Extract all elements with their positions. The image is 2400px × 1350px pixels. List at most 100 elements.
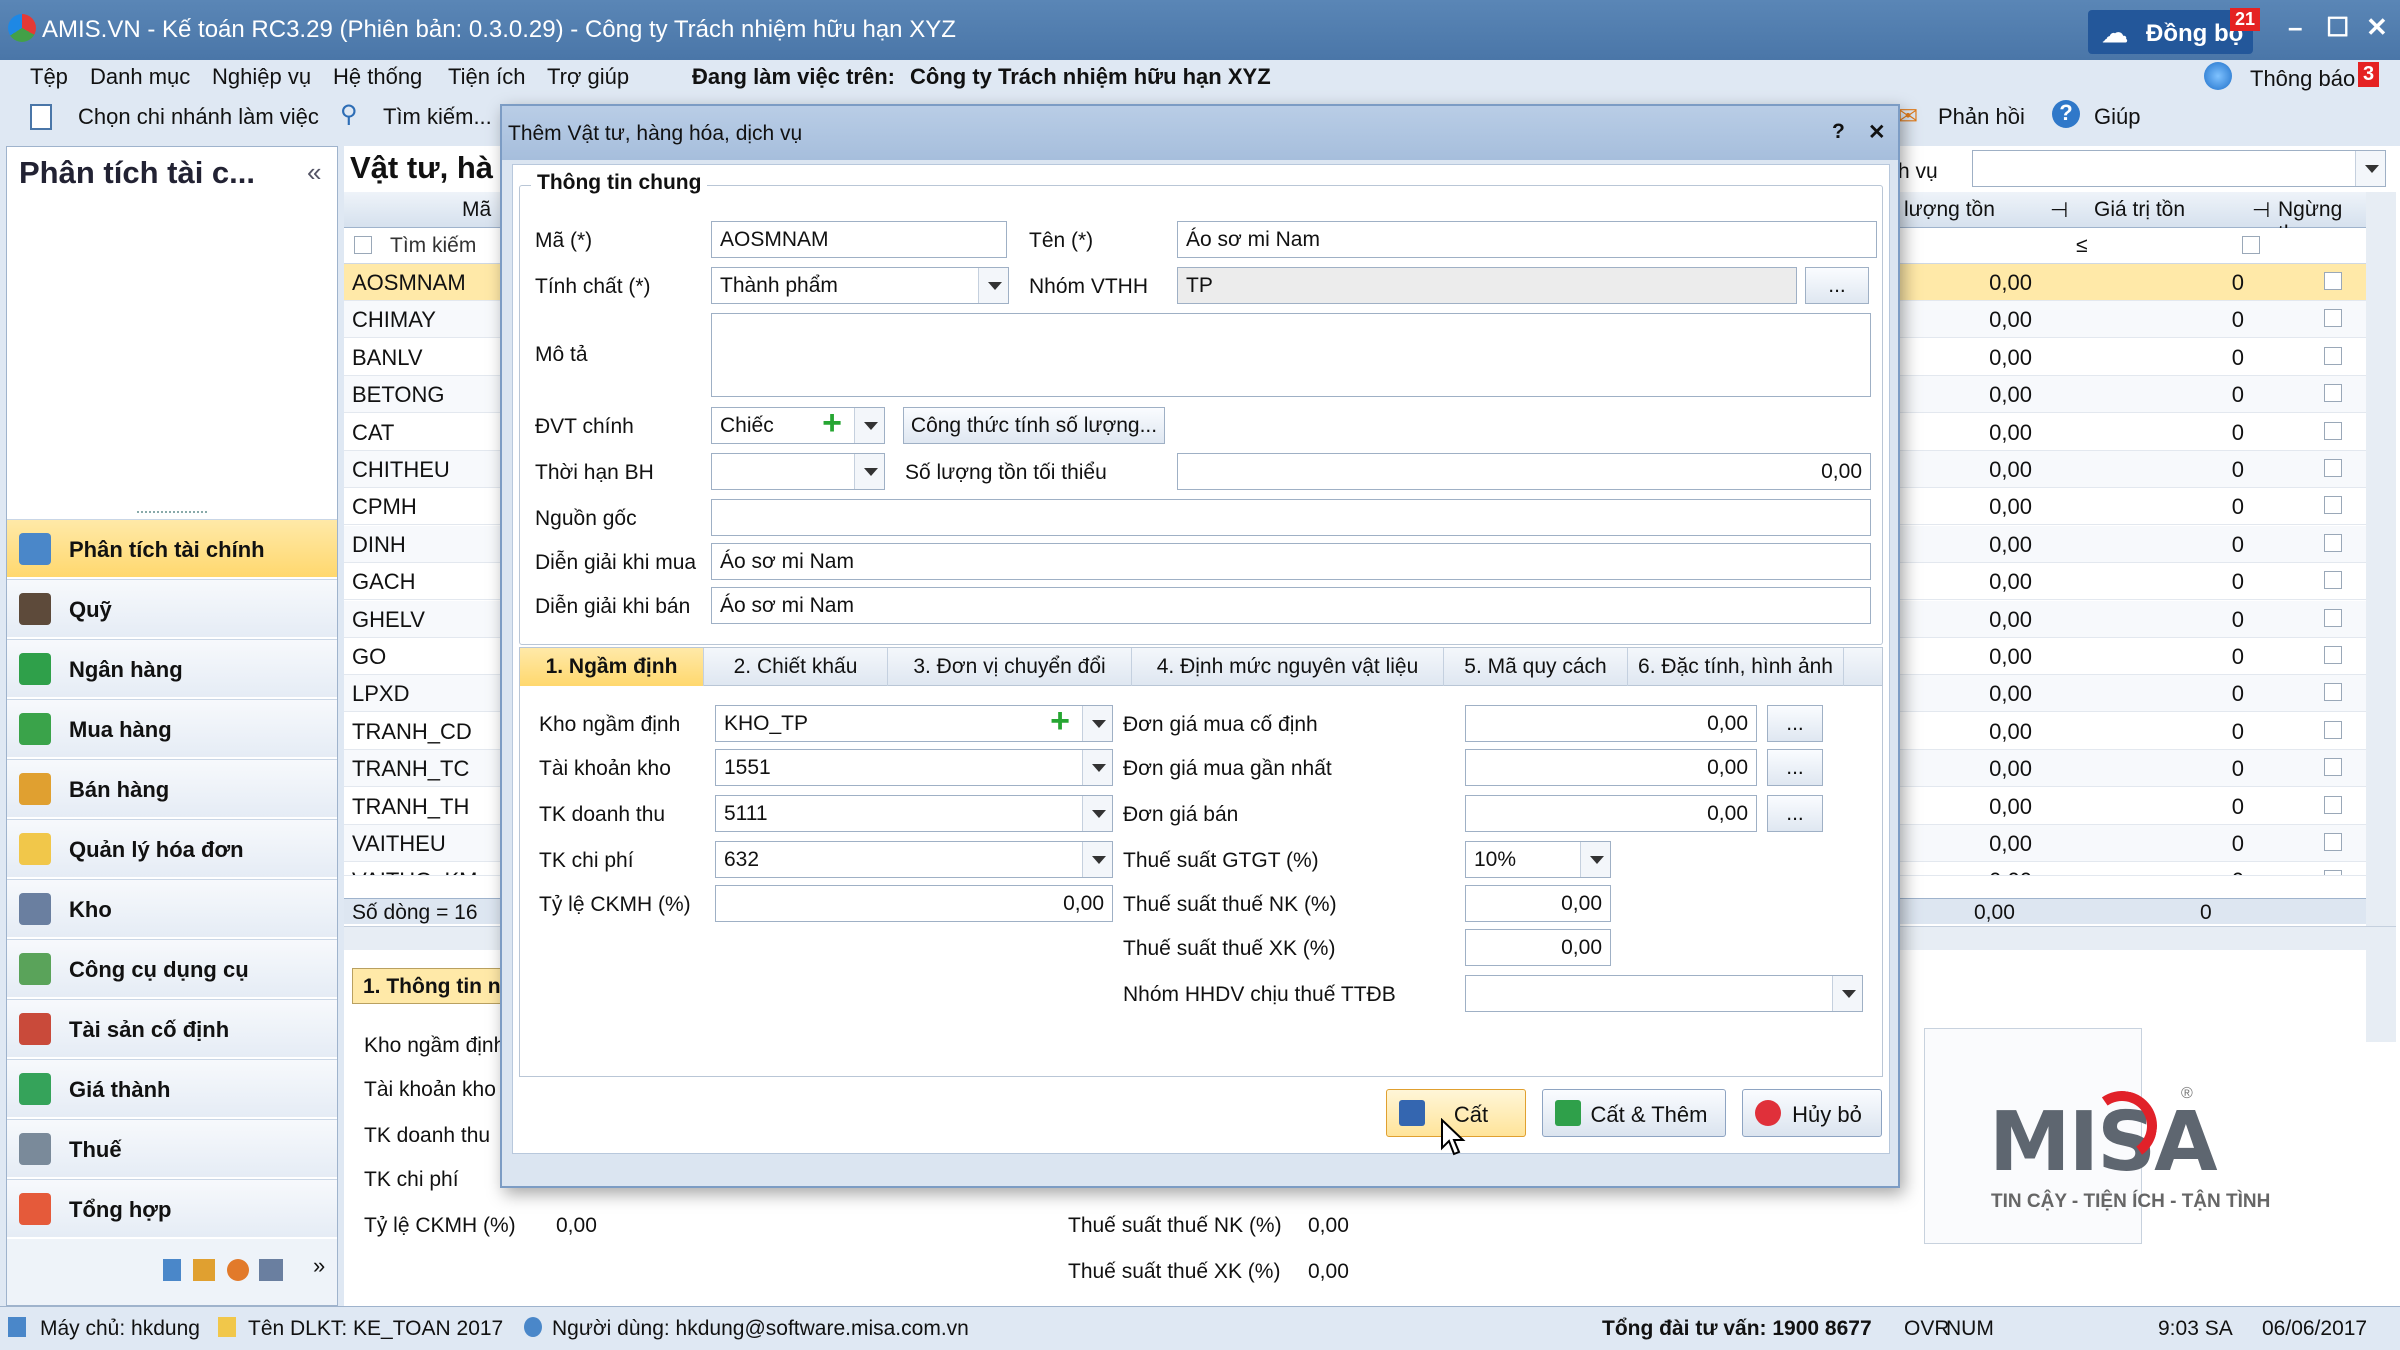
splitter-handle[interactable] — [137, 511, 207, 515]
table-row-values[interactable]: 0,00 0 — [1898, 338, 2366, 376]
chevron-down-icon[interactable] — [1082, 796, 1112, 831]
maximize-button[interactable]: ☐ — [2326, 12, 2349, 43]
row-stop-checkbox[interactable] — [2324, 346, 2342, 365]
table-row[interactable]: CPMH — [344, 488, 504, 526]
chevron-down-icon[interactable] — [978, 268, 1008, 303]
cancel-button[interactable]: Hủy bỏ — [1742, 1089, 1882, 1137]
table-row[interactable]: GO — [344, 638, 504, 675]
export-tax-input[interactable]: 0,00 — [1465, 929, 1611, 966]
table-row[interactable]: TRANH_TH — [344, 787, 504, 825]
chevron-down-icon[interactable] — [1580, 842, 1610, 877]
table-row-values[interactable]: 0,00 0 — [1898, 750, 2366, 788]
purchase-desc-input[interactable]: Áo sơ mi Nam — [711, 543, 1871, 580]
menu-system[interactable]: Hệ thống — [333, 64, 422, 90]
menu-utilities[interactable]: Tiện ích — [448, 64, 525, 90]
row-stop-checkbox[interactable] — [2324, 608, 2342, 627]
search-row[interactable]: Tìm kiếm — [344, 228, 504, 264]
min-stock-input[interactable]: 0,00 — [1177, 453, 1871, 490]
nav-invoice[interactable]: Quản lý hóa đơn — [7, 819, 337, 877]
row-stop-checkbox[interactable] — [2324, 571, 2342, 590]
chevron-down-icon[interactable] — [1082, 842, 1112, 877]
notification-label[interactable]: Thông báo — [2250, 66, 2355, 92]
unit-select[interactable]: Chiếc — [711, 407, 885, 444]
save-and-add-button[interactable]: Cất & Thêm — [1542, 1089, 1726, 1137]
add-unit-icon[interactable]: + — [819, 406, 845, 440]
table-row[interactable]: VAITHEU — [344, 825, 504, 862]
row-stop-checkbox[interactable] — [2324, 795, 2342, 814]
table-row-values[interactable]: 0,00 0 — [1898, 264, 2366, 301]
last-price-browse-button[interactable]: ... — [1767, 749, 1823, 786]
row-stop-checkbox[interactable] — [2324, 384, 2342, 403]
group-browse-button[interactable]: ... — [1805, 267, 1869, 304]
table-row-values[interactable]: 0,00 0 — [1898, 563, 2366, 601]
filter-row[interactable]: ≤ — [1898, 228, 2366, 264]
discount-rate-input[interactable]: 0,00 — [715, 885, 1113, 922]
add-warehouse-icon[interactable]: + — [1047, 704, 1073, 738]
more-icon[interactable]: » — [313, 1253, 325, 1279]
pin-icon[interactable]: ⊣ — [2252, 198, 2270, 223]
row-stop-checkbox[interactable] — [2324, 533, 2342, 552]
nav-fixed-assets[interactable]: Tài sản cố định — [7, 999, 337, 1057]
code-input[interactable]: AOSMNAM — [711, 221, 1007, 258]
table-row-values[interactable]: 0,00 0 — [1898, 825, 2366, 862]
table-row-values[interactable]: 0,00 0 — [1898, 525, 2366, 563]
dialog-close-button[interactable]: ✕ — [1868, 120, 1886, 145]
table-row-values[interactable]: 0,00 0 — [1898, 712, 2366, 750]
excise-group-select[interactable] — [1465, 975, 1863, 1012]
warranty-select[interactable] — [711, 453, 885, 490]
fixed-price-browse-button[interactable]: ... — [1767, 705, 1823, 742]
expense-account-select[interactable]: 632 — [715, 841, 1113, 878]
sync-button[interactable]: ☁ Đồng bộ — [2088, 10, 2253, 54]
grid-header-code[interactable]: Mã — [344, 192, 504, 228]
table-row[interactable]: TRANH_TC — [344, 750, 504, 788]
table-row[interactable]: GACH — [344, 563, 504, 601]
table-row[interactable]: CAT — [344, 413, 504, 451]
table-row-values[interactable]: 0,00 0 — [1898, 488, 2366, 526]
search-checkbox[interactable] — [354, 236, 372, 254]
import-tax-input[interactable]: 0,00 — [1465, 885, 1611, 922]
chevron-down-icon[interactable] — [1832, 976, 1862, 1011]
list-icon[interactable] — [163, 1259, 181, 1281]
minimize-button[interactable]: – — [2288, 12, 2302, 43]
row-stop-checkbox[interactable] — [2324, 683, 2342, 702]
dialog-title-bar[interactable]: Thêm Vật tư, hàng hóa, dịch vụ ? ✕ — [502, 106, 1898, 160]
chevron-down-icon[interactable] — [854, 454, 884, 489]
row-stop-checkbox[interactable] — [2324, 720, 2342, 739]
dialog-help-button[interactable]: ? — [1832, 120, 1845, 144]
help-button[interactable]: Giúp — [2094, 104, 2140, 130]
collapse-button[interactable]: « — [307, 157, 321, 188]
col-value-label[interactable]: Giá trị tồn — [2094, 198, 2185, 222]
person-icon[interactable] — [227, 1259, 249, 1281]
table-row[interactable]: CHITHEU — [344, 451, 504, 488]
table-row[interactable]: GHELV — [344, 600, 504, 638]
choose-branch-button[interactable]: Chọn chi nhánh làm việc — [78, 104, 319, 130]
table-row[interactable]: AOSMNAM — [344, 264, 504, 301]
grid-search-input[interactable]: Tìm kiếm — [390, 234, 476, 258]
chart-icon[interactable] — [259, 1259, 283, 1281]
vat-rate-select[interactable]: 10% — [1465, 841, 1611, 878]
menu-file[interactable]: Tệp — [30, 64, 68, 90]
table-row-values[interactable]: 0,00 0 — [1898, 675, 2366, 713]
table-row-values[interactable]: 0,00 0 — [1898, 451, 2366, 488]
quantity-formula-button[interactable]: Công thức tính số lượng... — [903, 407, 1165, 444]
nav-tools[interactable]: Công cụ dụng cụ — [7, 939, 337, 997]
search-button[interactable]: Tìm kiếm... — [383, 104, 492, 130]
filter-operator[interactable]: ≤ — [2076, 234, 2088, 258]
row-stop-checkbox[interactable] — [2324, 496, 2342, 515]
nav-cost[interactable]: Giá thành — [7, 1059, 337, 1117]
table-row[interactable]: VAITHO_KM — [344, 862, 504, 877]
tab-unit-conversion[interactable]: 3. Đơn vị chuyển đổi — [888, 648, 1132, 686]
table-row-values[interactable]: 0,00 0 — [1898, 600, 2366, 638]
row-stop-checkbox[interactable] — [2324, 833, 2342, 851]
table-row-values[interactable]: 0,00 0 — [1898, 638, 2366, 675]
nav-warehouse[interactable]: Kho — [7, 879, 337, 937]
nav-purchase[interactable]: Mua hàng — [7, 699, 337, 757]
description-input[interactable] — [711, 313, 1871, 397]
origin-input[interactable] — [711, 499, 1871, 536]
menu-catalog[interactable]: Danh mục — [90, 64, 190, 90]
nav-financial-analysis[interactable]: Phân tích tài chính — [7, 519, 337, 577]
feedback-button[interactable]: Phản hồi — [1938, 104, 2025, 130]
last-purchase-price-input[interactable]: 0,00 — [1465, 749, 1757, 786]
sale-price-input[interactable]: 0,00 — [1465, 795, 1757, 832]
detail-tab[interactable]: 1. Thông tin n — [352, 968, 512, 1004]
